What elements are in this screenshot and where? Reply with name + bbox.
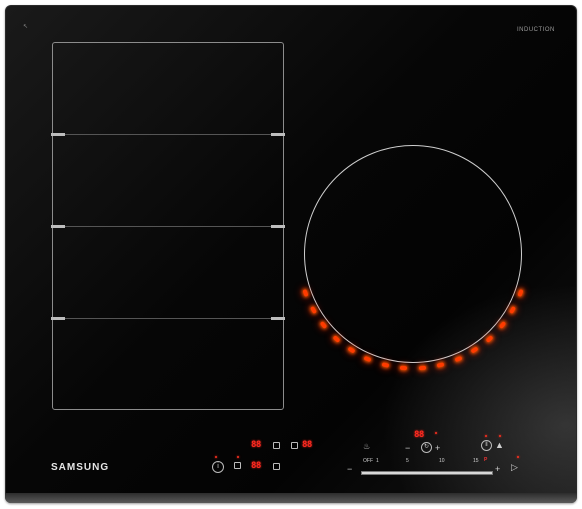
cooktop-bottom-edge (5, 493, 577, 503)
slider-label: 1 (376, 458, 379, 464)
pause-icon[interactable]: ‖ (481, 440, 492, 451)
heat-indicator-dot (508, 305, 516, 314)
zone-select-icon[interactable] (291, 442, 298, 449)
induction-label: INDUCTION (517, 27, 555, 33)
heat-indicator-dot (517, 289, 524, 297)
slider-label-off: OFF (363, 458, 373, 464)
timer-minus-button[interactable]: − (405, 443, 410, 453)
heat-indicator-dot (436, 361, 445, 368)
indicator-led (517, 456, 519, 458)
heat-indicator-dot (363, 355, 372, 362)
zone-select-icon[interactable] (273, 442, 280, 449)
slider-label: 10 (439, 458, 445, 464)
heat-indicator-dot (302, 289, 309, 297)
timer-display: 88 (414, 430, 424, 440)
indicator-led (435, 432, 437, 434)
timer-plus-button[interactable]: + (435, 443, 440, 453)
slider-label: 15 (473, 458, 479, 464)
power-slider[interactable] (361, 471, 493, 475)
boost-icon[interactable]: ♨ (363, 442, 370, 452)
flex-cooking-zone[interactable] (51, 42, 285, 410)
heat-indicator-dot (400, 365, 408, 370)
power-slider-fill (362, 472, 492, 474)
indicator-led (215, 456, 217, 458)
heat-indicator-dot (381, 361, 390, 368)
round-cooking-zone[interactable] (304, 145, 522, 363)
indicator-led (485, 435, 487, 437)
corner-mark: ↖ (23, 24, 29, 30)
cooktop-surface: ↖ INDUCTION SAMSUNG i 88 88 88 ♨ 88 − ↻ … (5, 5, 577, 503)
heat-indicator-dot (498, 321, 506, 330)
heat-indicator-dot (332, 334, 341, 343)
slider-label: 5 (406, 458, 409, 464)
indicator-led (499, 435, 501, 437)
slider-minus-button[interactable]: − (347, 464, 352, 474)
heat-indicator-dot (470, 346, 479, 354)
zone-display-top-right: 88 (302, 440, 312, 450)
zone-select-icon[interactable] (273, 463, 280, 470)
indicator-led (237, 456, 239, 458)
flex-zone-icon[interactable] (234, 462, 241, 469)
heat-indicator-dot (418, 365, 426, 370)
zone-display-bottom: 88 (251, 461, 261, 471)
heat-indicator-dot (347, 346, 356, 354)
slider-plus-button[interactable]: + (495, 464, 500, 474)
power-icon[interactable]: ▷ (511, 462, 518, 472)
slider-label-boost: P (484, 457, 488, 463)
info-icon[interactable]: i (212, 461, 224, 473)
heat-indicator-dot (310, 305, 318, 314)
child-lock-icon[interactable]: ▲ (495, 440, 504, 450)
heat-indicator-dot (454, 355, 463, 362)
zone-display-top-left: 88 (251, 440, 261, 450)
brand-logo: SAMSUNG (51, 462, 110, 473)
heat-indicator-dot (485, 334, 494, 343)
heat-indicator-dot (320, 321, 328, 330)
timer-icon[interactable]: ↻ (421, 442, 432, 453)
